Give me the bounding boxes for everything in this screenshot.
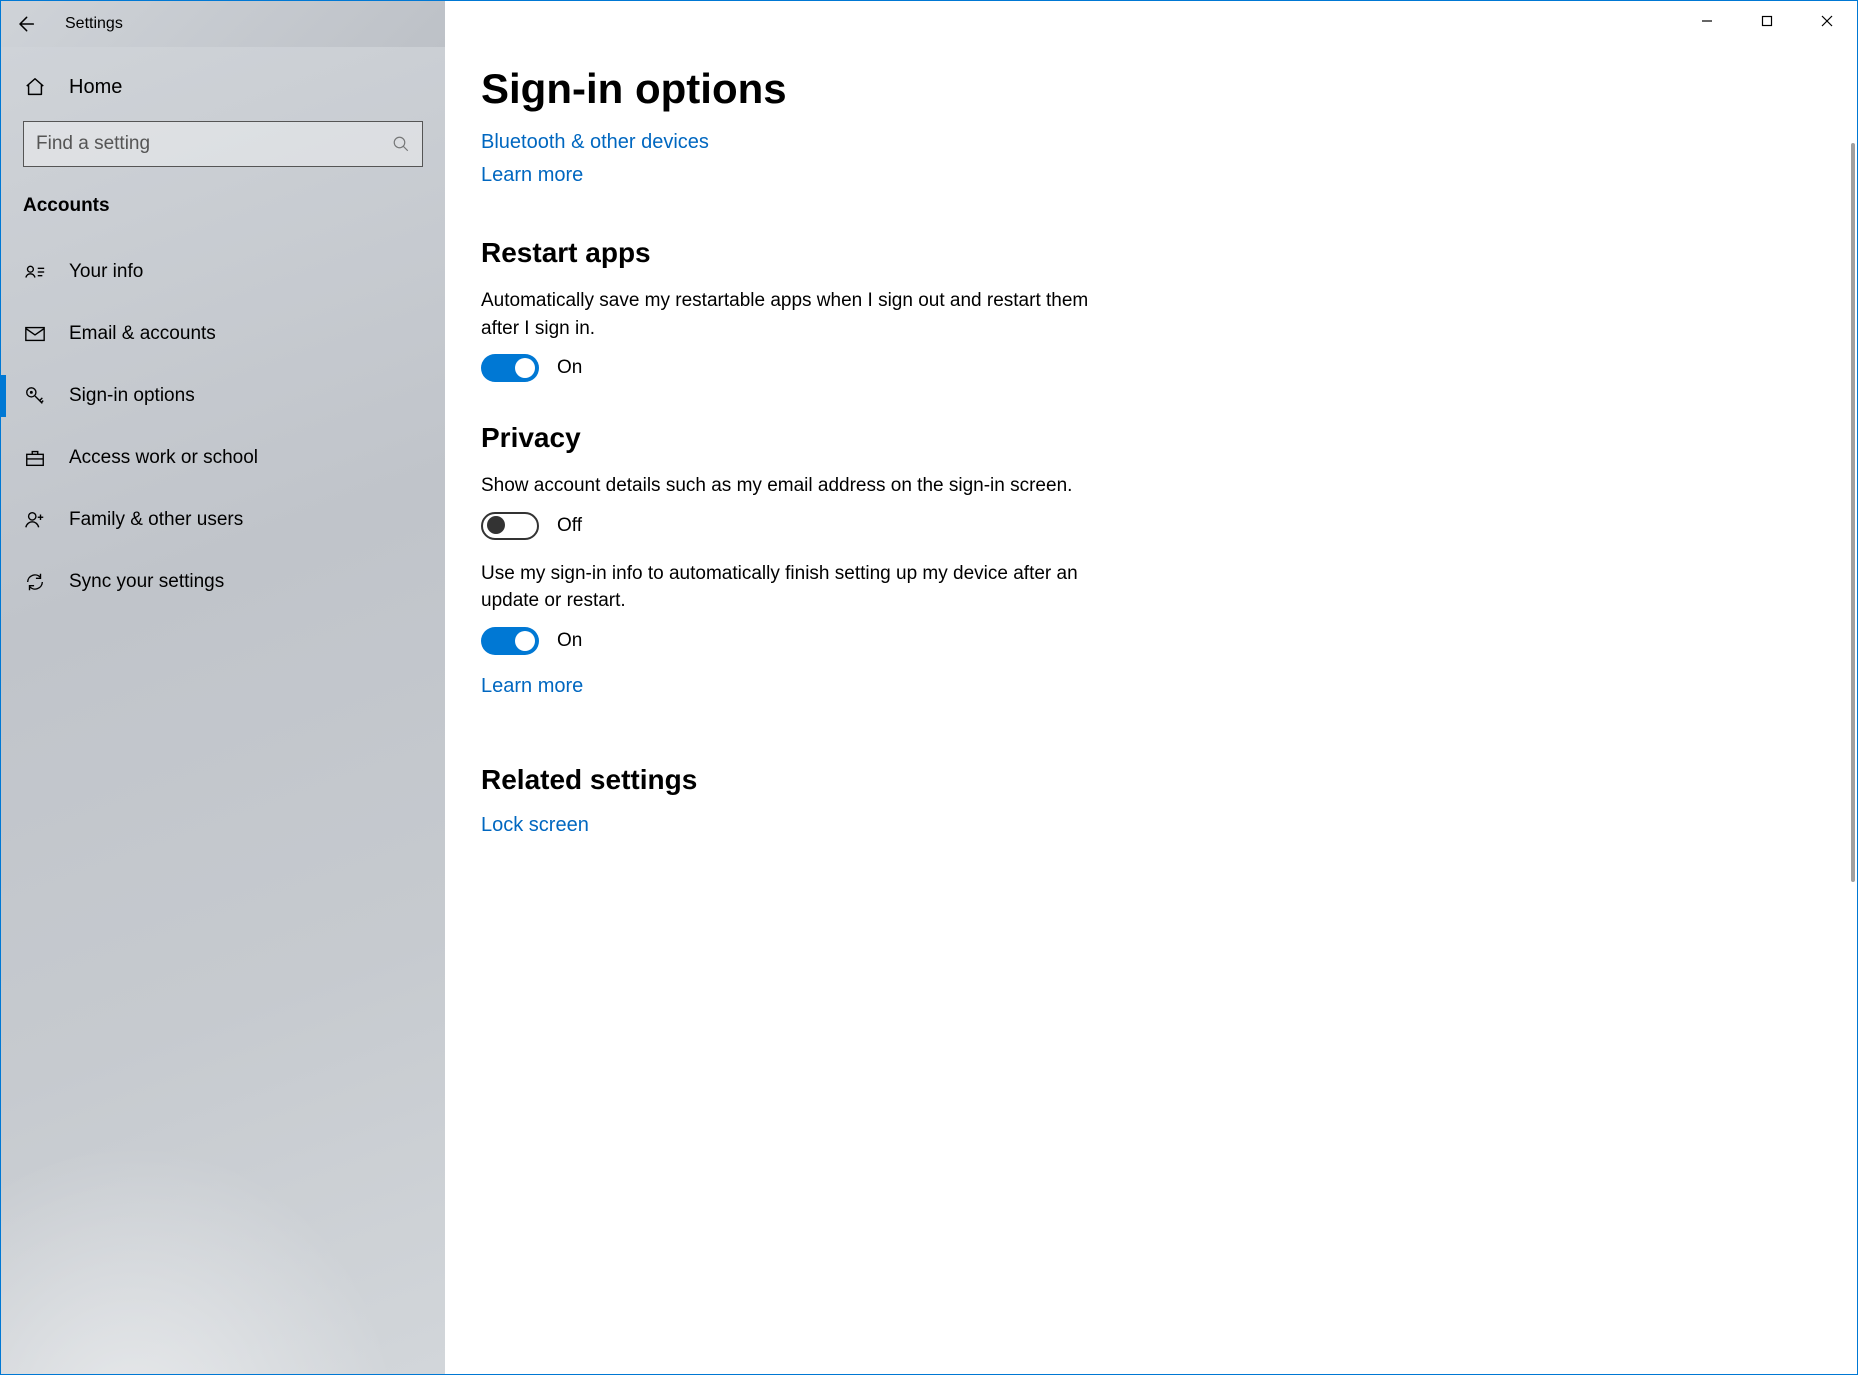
nav-item-label: Sign-in options [69, 385, 195, 407]
sync-icon [23, 570, 47, 594]
nav-sign-in-options[interactable]: Sign-in options [1, 365, 445, 427]
title-bar: Settings [1, 1, 1857, 47]
toggle-use-signin-info[interactable] [481, 627, 539, 655]
restart-apps-description: Automatically save my restartable apps w… [481, 287, 1091, 342]
toggle-restart-apps-state: On [557, 357, 582, 379]
privacy-use-signin-desc: Use my sign-in info to automatically fin… [481, 560, 1091, 615]
toggle-restart-apps[interactable] [481, 354, 539, 382]
nav-email-accounts[interactable]: Email & accounts [1, 303, 445, 365]
search-box[interactable] [23, 121, 423, 167]
nav-your-info[interactable]: Your info [1, 241, 445, 303]
sidebar: Home Accounts Your info [1, 47, 445, 1374]
arrow-left-icon [15, 14, 35, 34]
nav-item-label: Access work or school [69, 447, 258, 469]
toggle-show-account-details[interactable] [481, 512, 539, 540]
back-button[interactable] [1, 1, 49, 47]
nav-item-label: Email & accounts [69, 323, 216, 345]
nav-family-users[interactable]: Family & other users [1, 489, 445, 551]
nav-item-label: Sync your settings [69, 571, 224, 593]
privacy-show-account-desc: Show account details such as my email ad… [481, 472, 1091, 500]
nav-list: Your info Email & accounts Sign-in optio… [1, 241, 445, 613]
link-learn-more[interactable]: Learn more [481, 164, 583, 187]
person-card-icon [23, 260, 47, 284]
mail-icon [23, 322, 47, 346]
search-icon [392, 135, 410, 153]
key-icon [23, 384, 47, 408]
search-input[interactable] [36, 133, 392, 155]
link-lock-screen[interactable]: Lock screen [481, 814, 589, 837]
home-nav[interactable]: Home [1, 57, 445, 117]
link-bluetooth-devices[interactable]: Bluetooth & other devices [481, 131, 709, 154]
minimize-icon [1701, 15, 1713, 27]
section-heading-restart-apps: Restart apps [481, 237, 1817, 269]
link-privacy-learn-more[interactable]: Learn more [481, 675, 583, 698]
nav-item-label: Your info [69, 261, 143, 283]
scrollbar-thumb[interactable] [1851, 143, 1855, 882]
nav-access-work-school[interactable]: Access work or school [1, 427, 445, 489]
briefcase-icon [23, 446, 47, 470]
content-pane: Sign-in options Bluetooth & other device… [445, 47, 1857, 1374]
maximize-button[interactable] [1737, 1, 1797, 41]
minimize-button[interactable] [1677, 1, 1737, 41]
window-controls [1677, 1, 1857, 41]
toggle-show-account-state: Off [557, 515, 582, 537]
page-title: Sign-in options [481, 65, 1817, 113]
scrollbar[interactable] [1847, 143, 1857, 1374]
maximize-icon [1761, 15, 1773, 27]
nav-sync-settings[interactable]: Sync your settings [1, 551, 445, 613]
title-bar-right [445, 1, 1857, 47]
section-heading-privacy: Privacy [481, 422, 1817, 454]
category-label: Accounts [1, 177, 445, 227]
home-label: Home [69, 76, 122, 99]
close-icon [1821, 15, 1833, 27]
close-button[interactable] [1797, 1, 1857, 41]
people-icon [23, 508, 47, 532]
title-bar-left: Settings [1, 1, 445, 47]
home-icon [23, 75, 47, 99]
toggle-use-signin-state: On [557, 630, 582, 652]
nav-item-label: Family & other users [69, 509, 243, 531]
section-heading-related: Related settings [481, 764, 1817, 796]
app-title: Settings [65, 15, 123, 33]
